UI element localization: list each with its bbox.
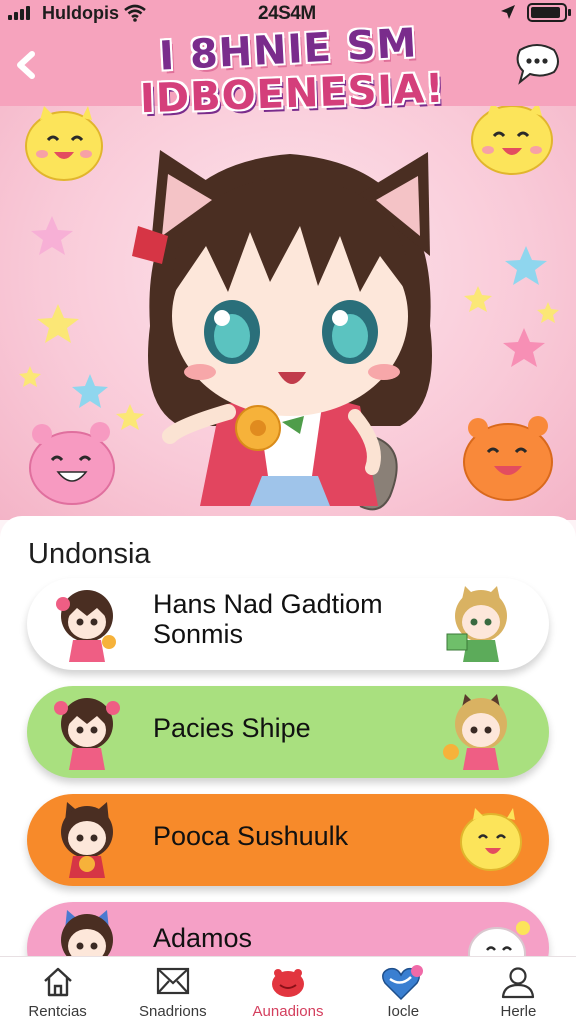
character-avatar bbox=[446, 586, 507, 662]
home-icon bbox=[43, 967, 72, 997]
carrier-name: Huldopis bbox=[42, 3, 119, 23]
chat-button[interactable] bbox=[512, 42, 562, 86]
hero-illustration bbox=[19, 106, 559, 511]
nav-label: Herle bbox=[500, 1003, 537, 1020]
yellow-mascot-right bbox=[471, 106, 553, 175]
cat-girl-character bbox=[132, 150, 432, 511]
category-card-2[interactable]: Pacies Shipe bbox=[27, 686, 549, 778]
card-label-line1: Pacies Shipe bbox=[153, 713, 311, 743]
category-card-3[interactable]: Pooca Sushuulk bbox=[27, 794, 549, 886]
mascot-icon bbox=[272, 969, 304, 997]
section-title: Undonsia bbox=[28, 538, 151, 570]
hero-banner bbox=[0, 106, 576, 520]
location-arrow-icon bbox=[501, 5, 515, 19]
hero-title: I 8HNIE SM IDBOENESIA! bbox=[139, 20, 445, 122]
wifi-icon bbox=[124, 4, 146, 22]
heart-icon bbox=[382, 965, 424, 1001]
status-time: 24S4M bbox=[258, 3, 316, 24]
yellow-mascot-left bbox=[25, 106, 103, 181]
orange-mascot bbox=[463, 416, 553, 501]
nav-item-snadrions[interactable]: Snadrions bbox=[115, 957, 230, 1024]
nav-label: Iocle bbox=[387, 1003, 420, 1020]
nav-item-iocle[interactable]: Iocle bbox=[346, 957, 461, 1024]
profile-icon bbox=[502, 967, 535, 999]
status-bar: Huldopis 24S4M bbox=[0, 0, 576, 26]
category-card-1[interactable]: Hans Nad Gadtiom Sonmis bbox=[27, 578, 549, 670]
battery-icon bbox=[527, 3, 571, 22]
card-label-line1: Adamos bbox=[153, 923, 253, 953]
mail-icon bbox=[156, 967, 189, 995]
nav-item-herle[interactable]: Herle bbox=[461, 957, 576, 1024]
hero-title-line2: IDBOENESIA! bbox=[139, 65, 446, 123]
nav-item-aunadions[interactable]: Aunadions bbox=[230, 957, 345, 1024]
character-avatar bbox=[56, 590, 116, 662]
back-button[interactable] bbox=[10, 48, 44, 82]
nav-label: Snadrions bbox=[139, 1003, 207, 1020]
character-avatar bbox=[54, 698, 120, 770]
nav-label: Rentcias bbox=[28, 1003, 87, 1020]
yellow-mascot-avatar bbox=[460, 808, 522, 871]
signal-icon bbox=[8, 6, 30, 20]
character-avatar bbox=[443, 694, 507, 770]
chevron-left-icon bbox=[17, 51, 35, 79]
bottom-nav: Rentcias Snadrions Aunadions Iocle Herle bbox=[0, 956, 576, 1024]
card-label-line1: Pooca Sushuulk bbox=[153, 821, 349, 851]
card-label-line2: Sonmis bbox=[153, 619, 244, 649]
pink-mascot bbox=[29, 422, 115, 505]
nav-label: Aunadions bbox=[252, 1003, 324, 1020]
card-label-line1: Hans Nad Gadtiom bbox=[153, 589, 383, 619]
character-avatar bbox=[61, 802, 113, 878]
nav-item-rentcias[interactable]: Rentcias bbox=[0, 957, 115, 1024]
